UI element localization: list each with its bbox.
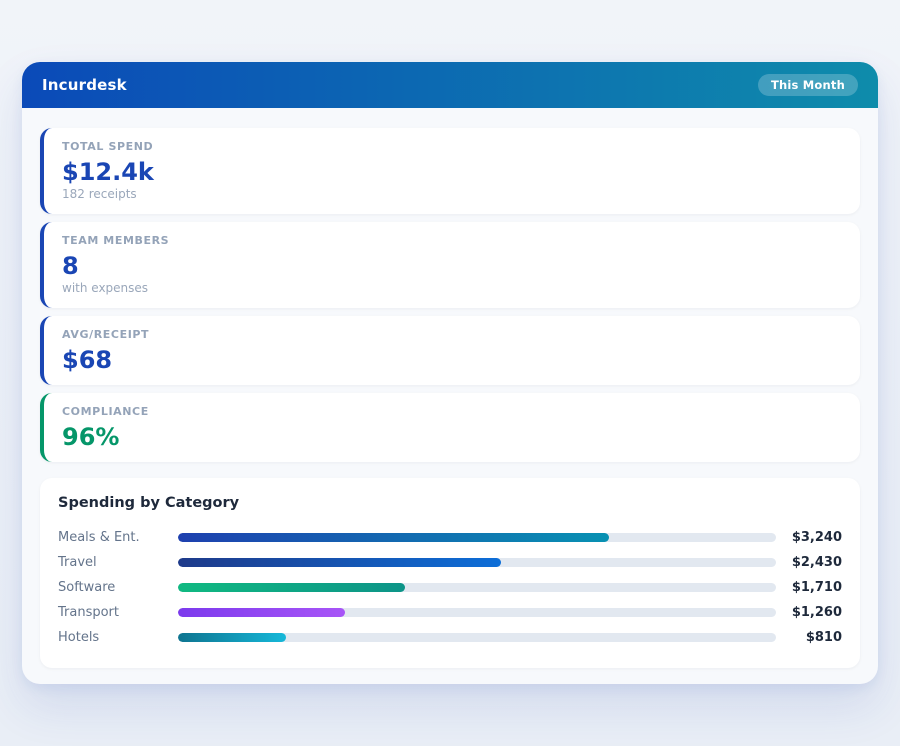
bar-fill bbox=[178, 608, 345, 617]
app-title: Incurdesk bbox=[42, 76, 127, 94]
stat-value: 96% bbox=[62, 424, 842, 450]
category-label: Transport bbox=[58, 605, 178, 620]
category-amount: $2,430 bbox=[776, 555, 842, 570]
stats-list: TOTAL SPEND $12.4k 182 receipts TEAM MEM… bbox=[40, 128, 860, 462]
category-row-travel: Travel $2,430 bbox=[58, 550, 842, 575]
category-label: Hotels bbox=[58, 630, 178, 645]
stat-sublabel: 182 receipts bbox=[62, 187, 842, 202]
stat-value: $68 bbox=[62, 347, 842, 373]
category-rows: Meals & Ent. $3,240 Travel $2,430 Softwa… bbox=[58, 525, 842, 650]
bar-track bbox=[178, 633, 776, 642]
stat-card-avg-receipt: AVG/RECEIPT $68 bbox=[40, 316, 860, 385]
bar-fill bbox=[178, 533, 609, 542]
bar-fill bbox=[178, 558, 501, 567]
stat-value: $12.4k bbox=[62, 159, 842, 185]
category-amount: $1,260 bbox=[776, 605, 842, 620]
stat-label: COMPLIANCE bbox=[62, 405, 842, 419]
category-row-meals: Meals & Ent. $3,240 bbox=[58, 525, 842, 550]
stat-label: AVG/RECEIPT bbox=[62, 328, 842, 342]
stat-value: 8 bbox=[62, 253, 842, 279]
page-background: Incurdesk This Month TOTAL SPEND $12.4k … bbox=[0, 0, 900, 746]
bar-track bbox=[178, 558, 776, 567]
category-row-software: Software $1,710 bbox=[58, 575, 842, 600]
spending-by-category-card: Spending by Category Meals & Ent. $3,240… bbox=[40, 478, 860, 668]
category-card-title: Spending by Category bbox=[58, 494, 842, 512]
bar-track bbox=[178, 608, 776, 617]
stat-card-compliance: COMPLIANCE 96% bbox=[40, 393, 860, 462]
bar-fill bbox=[178, 583, 405, 592]
category-label: Travel bbox=[58, 555, 178, 570]
category-amount: $810 bbox=[776, 630, 842, 645]
stat-card-team-members: TEAM MEMBERS 8 with expenses bbox=[40, 222, 860, 308]
stat-label: TOTAL SPEND bbox=[62, 140, 842, 154]
app-header: Incurdesk This Month bbox=[22, 62, 878, 108]
bar-track bbox=[178, 583, 776, 592]
category-label: Meals & Ent. bbox=[58, 530, 178, 545]
category-label: Software bbox=[58, 580, 178, 595]
stat-label: TEAM MEMBERS bbox=[62, 234, 842, 248]
dashboard-panel: Incurdesk This Month TOTAL SPEND $12.4k … bbox=[22, 62, 878, 684]
stat-card-total-spend: TOTAL SPEND $12.4k 182 receipts bbox=[40, 128, 860, 214]
panel-content: TOTAL SPEND $12.4k 182 receipts TEAM MEM… bbox=[22, 108, 878, 684]
category-amount: $1,710 bbox=[776, 580, 842, 595]
stat-sublabel: with expenses bbox=[62, 281, 842, 296]
bar-track bbox=[178, 533, 776, 542]
category-amount: $3,240 bbox=[776, 530, 842, 545]
period-badge[interactable]: This Month bbox=[758, 74, 858, 96]
bar-fill bbox=[178, 633, 286, 642]
category-row-hotels: Hotels $810 bbox=[58, 625, 842, 650]
category-row-transport: Transport $1,260 bbox=[58, 600, 842, 625]
